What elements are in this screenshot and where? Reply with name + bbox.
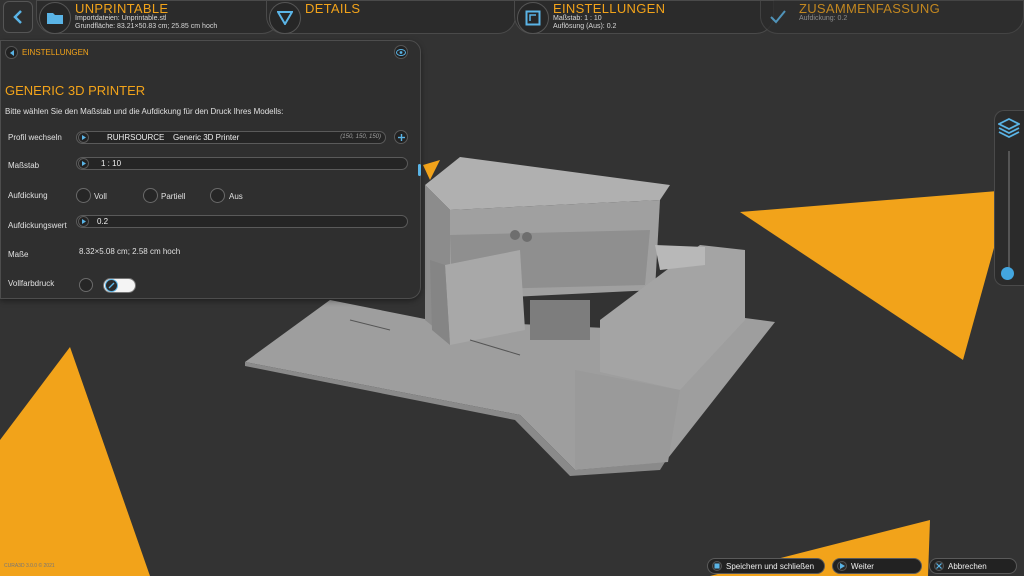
play-icon xyxy=(78,158,89,169)
scale-select[interactable]: 1 : 10 xyxy=(76,157,408,170)
thickening-value-label: Aufdickungswert xyxy=(8,221,67,230)
save-close-label: Speichern und schließen xyxy=(726,561,815,571)
layer-slider-panel xyxy=(994,110,1024,286)
arrow-right-icon xyxy=(837,561,847,571)
radio-partial-label: Partiell xyxy=(161,192,186,201)
triangle-down-icon xyxy=(269,2,301,34)
thickening-value-input[interactable]: 0.2 xyxy=(76,215,408,228)
pencil-icon xyxy=(105,279,118,292)
step-summary[interactable]: ZUSAMMENFASSUNG Aufdickung: 0.2 xyxy=(760,0,1024,34)
back-button[interactable] xyxy=(3,1,33,33)
scale-value: 1 : 10 xyxy=(101,159,122,168)
dimensions-label: Maße xyxy=(8,250,29,259)
next-button[interactable]: Weiter xyxy=(832,558,922,574)
step-subtitle: Aufdickung: 0.2 xyxy=(799,15,848,22)
dimensions-value: 8.32×5.08 cm; 2.58 cm hoch xyxy=(79,247,181,256)
profile-dimensions: (150, 150, 150) xyxy=(340,134,381,140)
step-settings[interactable]: EINSTELLUNGEN Maßstab: 1 : 10 Auflösung … xyxy=(514,0,774,34)
step-subtitle: Grundfläche: 83.21×50.83 cm; 25.85 cm ho… xyxy=(75,23,218,30)
layer-slider-track[interactable] xyxy=(1008,151,1010,273)
add-profile-button[interactable] xyxy=(394,130,408,144)
eye-icon[interactable] xyxy=(394,45,408,59)
radio-partial[interactable] xyxy=(143,188,158,203)
play-icon xyxy=(78,216,89,227)
profile-select[interactable]: RUHRSOURCE Generic 3D Printer (150, 150,… xyxy=(76,131,386,144)
step-subtitle: Maßstab: 1 : 10 xyxy=(553,15,602,22)
fullcolor-toggle[interactable] xyxy=(103,278,136,293)
step-title: UNPRINTABLE xyxy=(75,1,169,16)
step-subtitle: Auflösung (Aus): 0.2 xyxy=(553,23,617,30)
radio-full-label: Voll xyxy=(94,192,107,201)
breadcrumb-label: EINSTELLUNGEN xyxy=(22,48,89,57)
step-unprintable[interactable]: UNPRINTABLE Importdateien: Unprintable.s… xyxy=(36,0,280,34)
back-arrow-icon[interactable] xyxy=(5,46,18,59)
save-close-button[interactable]: Speichern und schließen xyxy=(707,558,825,574)
panel-scrollbar[interactable] xyxy=(418,164,421,176)
version-text: CURA3D 3.0.0 © 2021 xyxy=(4,563,55,569)
step-title: ZUSAMMENFASSUNG xyxy=(799,1,941,16)
thickening-label: Aufdickung xyxy=(8,191,48,200)
check-icon xyxy=(763,2,793,32)
next-label: Weiter xyxy=(851,561,874,571)
cancel-button[interactable]: Abbrechen xyxy=(929,558,1017,574)
step-title: EINSTELLUNGEN xyxy=(553,1,666,16)
panel-description: Bitte wählen Sie den Maßstab und die Auf… xyxy=(5,107,284,116)
bed-corner-marker xyxy=(0,347,150,576)
folder-icon xyxy=(39,2,71,34)
color-swatch[interactable] xyxy=(79,278,93,292)
breadcrumb[interactable]: EINSTELLUNGEN xyxy=(5,46,89,59)
scale-label: Maßstab xyxy=(8,161,40,170)
radio-off-label: Aus xyxy=(229,192,243,201)
profile-brand: RUHRSOURCE xyxy=(107,133,165,142)
resize-icon xyxy=(517,2,549,34)
radio-full[interactable] xyxy=(76,188,91,203)
cancel-label: Abbrechen xyxy=(948,561,987,571)
cancel-icon xyxy=(934,561,944,571)
thickening-value: 0.2 xyxy=(97,217,109,226)
bed-corner-marker xyxy=(740,190,1010,360)
settings-panel: EINSTELLUNGEN GENERIC 3D PRINTER Bitte w… xyxy=(0,40,421,299)
layer-slider-handle[interactable] xyxy=(1001,267,1014,280)
layers-icon[interactable] xyxy=(998,117,1020,139)
step-details[interactable]: DETAILS xyxy=(266,0,516,34)
plus-icon xyxy=(397,133,405,141)
step-title: DETAILS xyxy=(305,1,361,16)
page-title: GENERIC 3D PRINTER xyxy=(5,83,146,98)
profile-label: Profil wechseln xyxy=(8,133,62,142)
profile-name: Generic 3D Printer xyxy=(173,133,240,142)
step-subtitle: Importdateien: Unprintable.stl xyxy=(75,15,167,22)
chevron-left-icon xyxy=(13,10,22,24)
save-icon xyxy=(712,561,722,571)
play-icon xyxy=(78,132,89,143)
radio-off[interactable] xyxy=(210,188,225,203)
fullcolor-label: Vollfarbdruck xyxy=(8,279,55,288)
